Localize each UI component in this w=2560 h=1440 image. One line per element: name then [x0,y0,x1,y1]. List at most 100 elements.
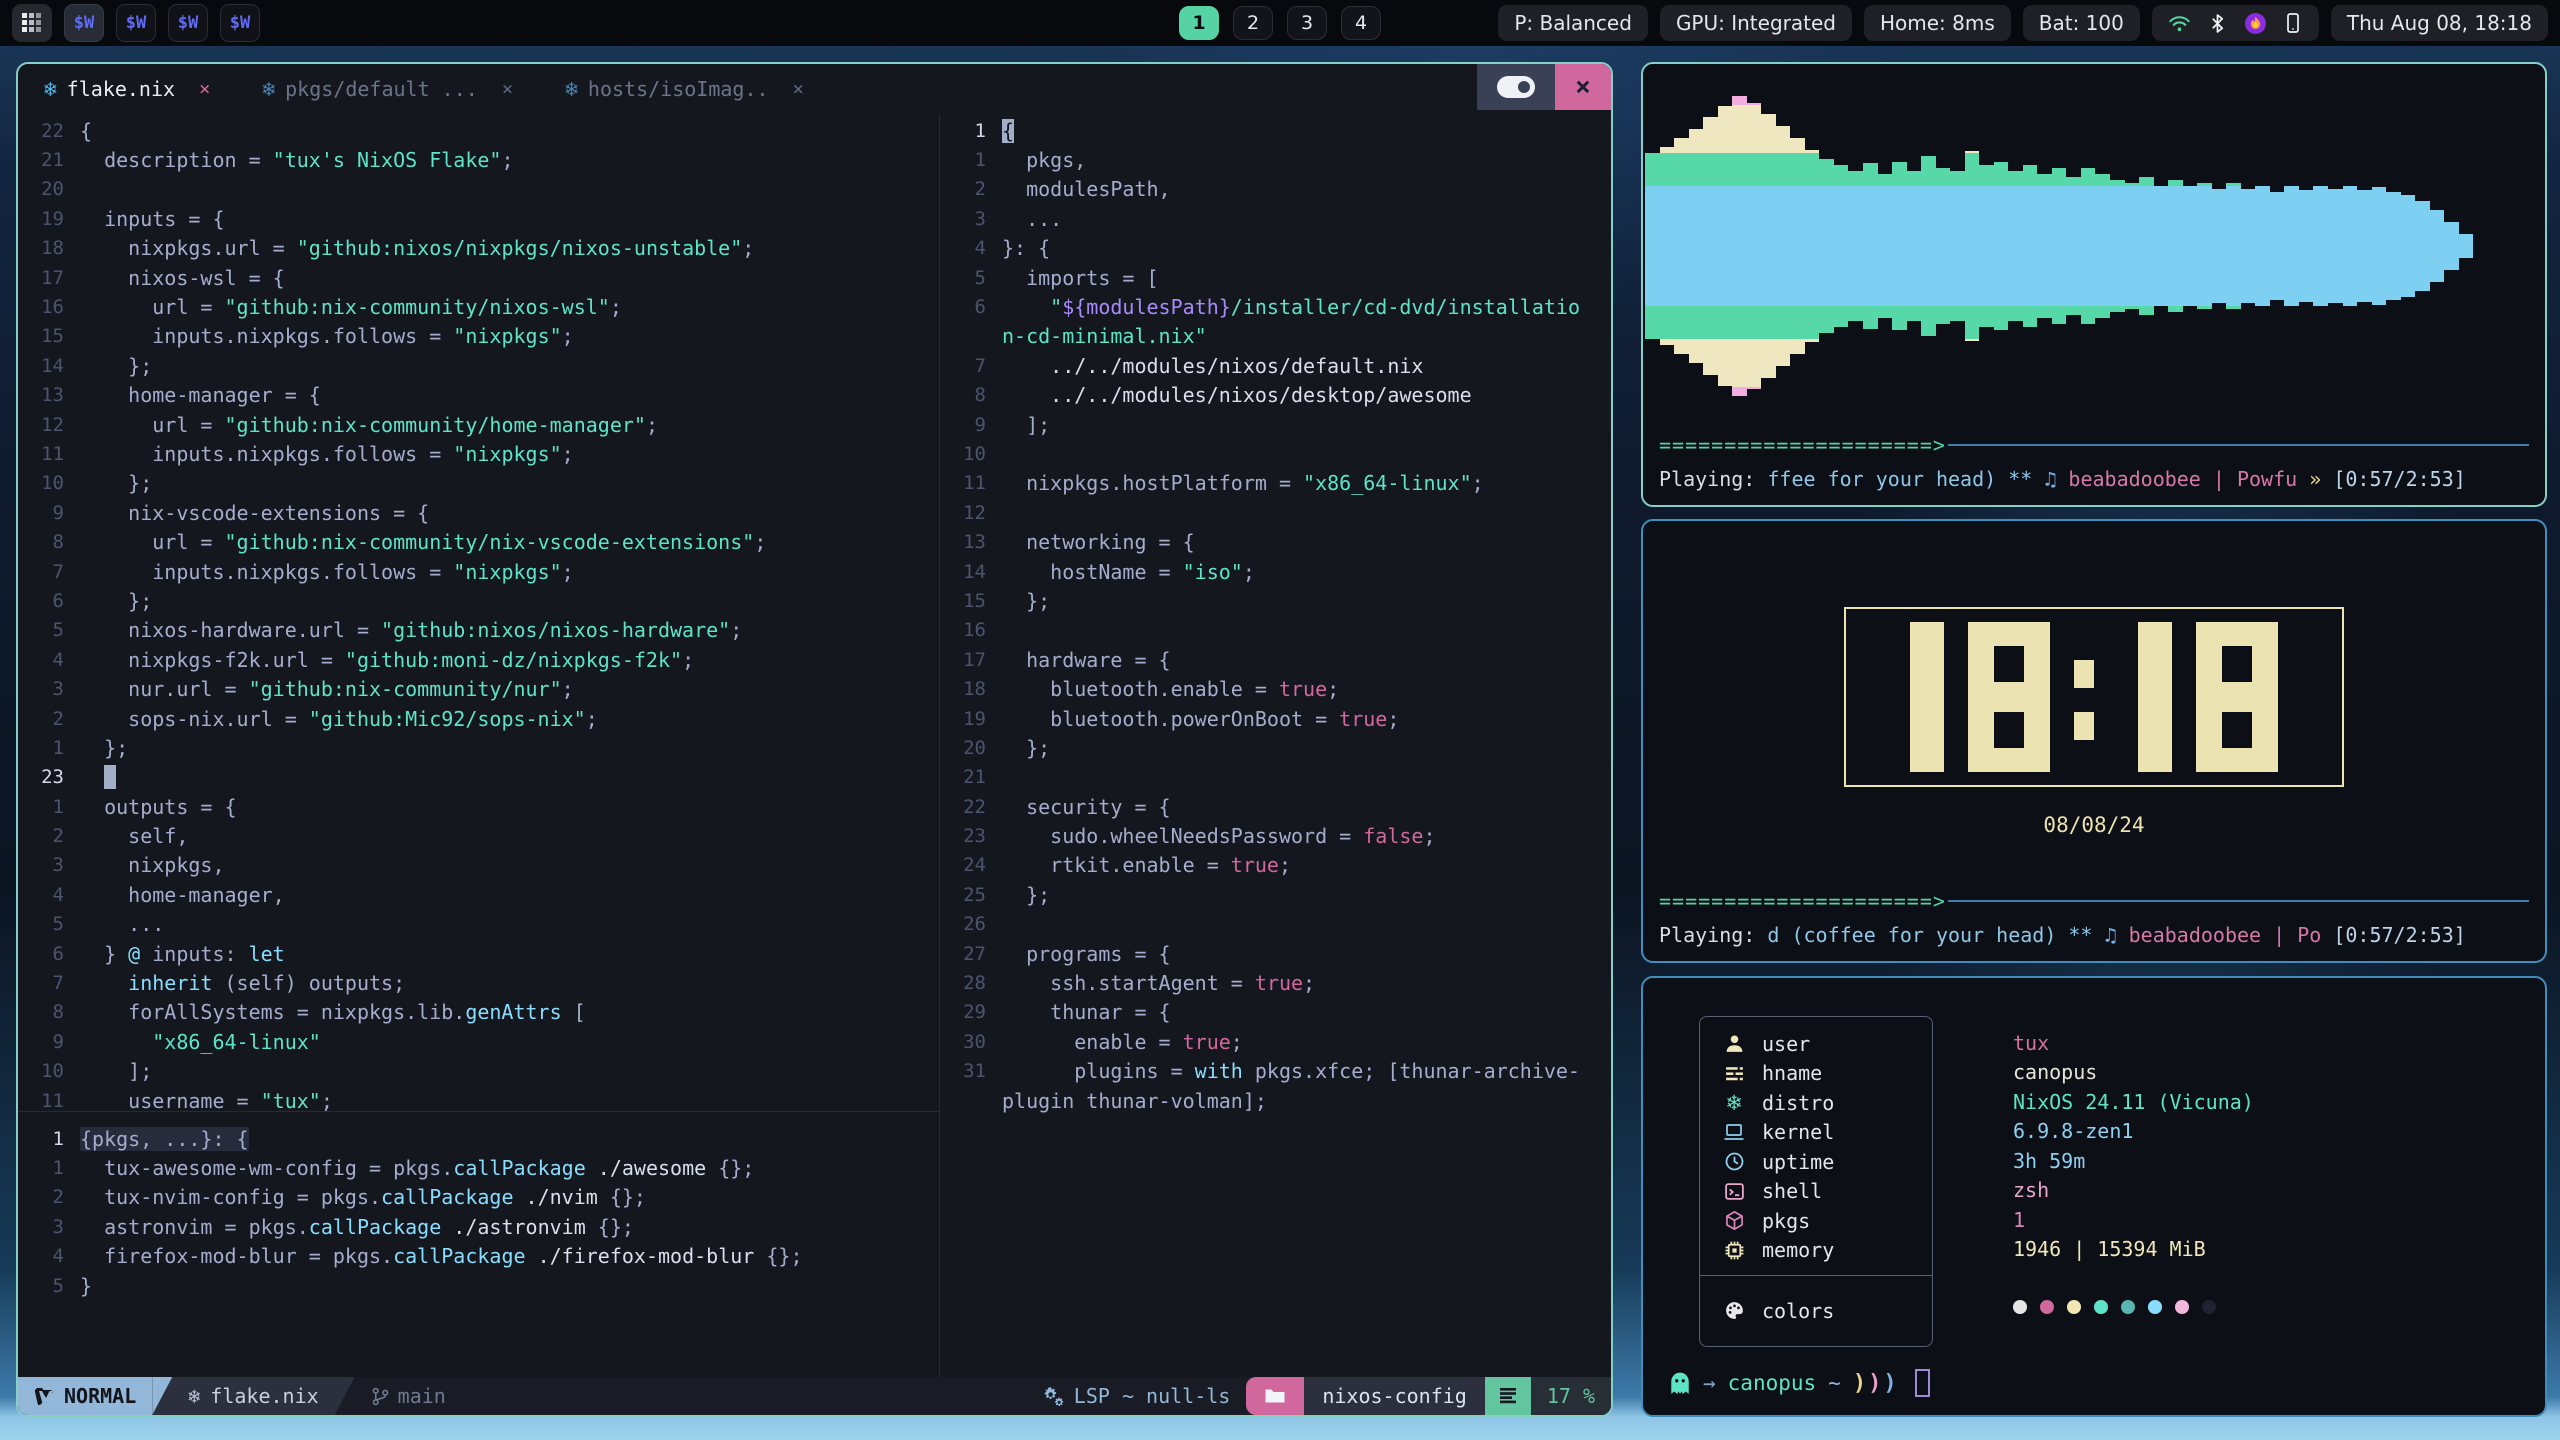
code-line: 6 } @ inputs: let [18,939,939,968]
nix-snowflake-icon: ❄ [44,77,57,101]
tag-3[interactable]: 3 [1287,6,1327,40]
close-button[interactable]: × [1555,64,1611,110]
workspace-button[interactable]: $W [220,4,260,42]
line-text: {pkgs, ...}: { [80,1127,249,1151]
line-text: plugin thunar-volman]; [1002,1089,1267,1113]
visualizer-bar [2241,189,2256,303]
code-line: 15 inputs.nixpkgs.follows = "nixpkgs"; [18,322,939,351]
gears-icon [1040,1385,1064,1407]
line-number: 5 [18,913,80,935]
buffer-tab-bar: ❄flake.nix×❄pkgs/default ...×❄hosts/isoI… [18,64,1611,114]
code-line: 19 inputs = { [18,204,939,233]
folder-icon [1264,1387,1286,1405]
code-line: 3 nixpkgs, [18,851,939,880]
code-line: 8 forAllSystems = nixpkgs.lib.genAttrs [ [18,998,939,1027]
line-number: 1 [940,120,1002,142]
phone-icon [2283,12,2303,34]
status-pill[interactable]: P: Balanced [1498,5,1648,41]
code-line: 13 networking = { [940,527,1611,556]
status-pill[interactable]: Home: 8ms [1864,5,2011,41]
tag-2[interactable]: 2 [1233,6,1273,40]
line-number: 4 [18,1245,80,1267]
project-name: nixos-config [1322,1384,1467,1408]
line-number: 5 [18,1275,80,1297]
workspace-button[interactable]: $W [168,4,208,42]
code-line: 24 rtkit.enable = true; [940,851,1611,880]
fetch-label: uptime [1762,1150,1834,1174]
line-text: plugins = with pkgs.xfce; [thunar-archiv… [1002,1059,1580,1083]
separator [335,1377,355,1415]
git-branch-segment[interactable]: main [355,1377,462,1415]
pkgs-default-buffer[interactable]: 1{pkgs, ...}: {1 tux-awesome-wm-config =… [18,1112,939,1377]
digit-1 [2138,622,2172,772]
code-line: 18 nixpkgs.url = "github:nixos/nixpkgs/n… [18,234,939,263]
visualizer-bar [2154,186,2169,306]
branch-name: main [398,1384,446,1408]
status-pill[interactable]: GPU: Integrated [1660,5,1852,41]
workspace-button[interactable]: $W [64,4,104,42]
tag-4[interactable]: 4 [1341,6,1381,40]
tab-flake-nix[interactable]: ❄flake.nix× [18,64,236,114]
line-text: tux-nvim-config = pkgs.callPackage ./nvi… [80,1185,646,1209]
iso-image-buffer[interactable]: 1{1 pkgs,2 modulesPath,3 ...4}: {5 impor… [940,114,1611,1377]
visualizer-bar [1921,156,1936,336]
hostname-icon [1722,1063,1746,1084]
line-text: { [80,119,92,143]
toggle-button[interactable] [1477,64,1555,110]
digital-clock [1844,607,2344,787]
system-tray[interactable] [2152,5,2319,41]
line-text: inputs.nixpkgs.follows = "nixpkgs"; [80,324,574,348]
shell-prompt[interactable]: → canopus ~ ))) [1669,1369,1930,1397]
status-pill[interactable]: Bat: 100 [2023,5,2140,41]
visualizer-bar [1776,126,1791,366]
code-line: 9 "x86_64-linux" [18,1027,939,1056]
visualizer-bar [1848,171,1863,321]
color-dot [2040,1300,2054,1314]
tab-hosts-isoImag-[interactable]: ❄hosts/isoImag..× [539,64,830,114]
visualizer-bar [1645,153,1660,339]
app-launcher-button[interactable] [12,4,52,42]
lsp-status: LSP ~ null-ls [1074,1384,1231,1408]
line-number: 19 [18,208,80,230]
fetch-row-distro: ❄distro [1700,1088,1932,1118]
line-text: thunar = { [1002,1000,1171,1024]
close-tab-icon[interactable]: × [793,78,804,100]
clock-widget[interactable]: Thu Aug 08, 18:18 [2331,5,2548,41]
workspace-buttons: $W $W $W $W [64,4,260,42]
line-text: hardware = { [1002,648,1171,672]
tab-label: pkgs/default ... [285,77,478,101]
nix-snowflake-icon: ❄ [188,1384,200,1408]
line-number: 3 [940,208,1002,230]
line-text: nur.url = "github:nix-community/nur"; [80,677,574,701]
tag-1[interactable]: 1 [1179,6,1219,40]
fetch-row-memory: memory [1700,1236,1932,1266]
visualizer-bar [2052,168,2067,324]
close-tab-icon[interactable]: × [199,78,210,100]
visualizer-bar [1761,114,1776,378]
color-dot [2148,1300,2162,1314]
tab-pkgs-default-[interactable]: ❄pkgs/default ...× [236,64,539,114]
fetch-value-pkgs: 1 [2013,1205,2254,1235]
code-line: 15 }; [940,586,1611,615]
line-number: 8 [18,531,80,553]
code-line: 17 hardware = { [940,645,1611,674]
fetch-value-kernel: 6.9.8-zen1 [2013,1117,2254,1147]
statusline-right: LSP ~ null-ls nixos-config 17 % [1024,1377,1611,1415]
line-text: } [80,1274,92,1298]
line-text: enable = true; [1002,1030,1243,1054]
top-bar: $W $W $W $W 1234 P: Balanced GPU: Integrated… [0,0,2560,46]
flake-nix-buffer[interactable]: 22{21 description = "tux's NixOS Flake";… [18,114,939,1112]
code-line: 7 ../../modules/nixos/default.nix [940,351,1611,380]
fetch-row-hname: hname [1700,1059,1932,1089]
fetch-row-shell: shell [1700,1177,1932,1207]
line-number: 13 [18,384,80,406]
workspace-button[interactable]: $W [116,4,156,42]
visualizer-bar [1718,106,1733,386]
line-number: 15 [940,590,1002,612]
line-text: tux-awesome-wm-config = pkgs.callPackage… [80,1156,754,1180]
wifi-icon [2168,12,2191,35]
line-number: 11 [18,443,80,465]
packages-icon [1722,1210,1746,1231]
visualizer-bar [2212,189,2227,303]
close-tab-icon[interactable]: × [502,78,513,100]
